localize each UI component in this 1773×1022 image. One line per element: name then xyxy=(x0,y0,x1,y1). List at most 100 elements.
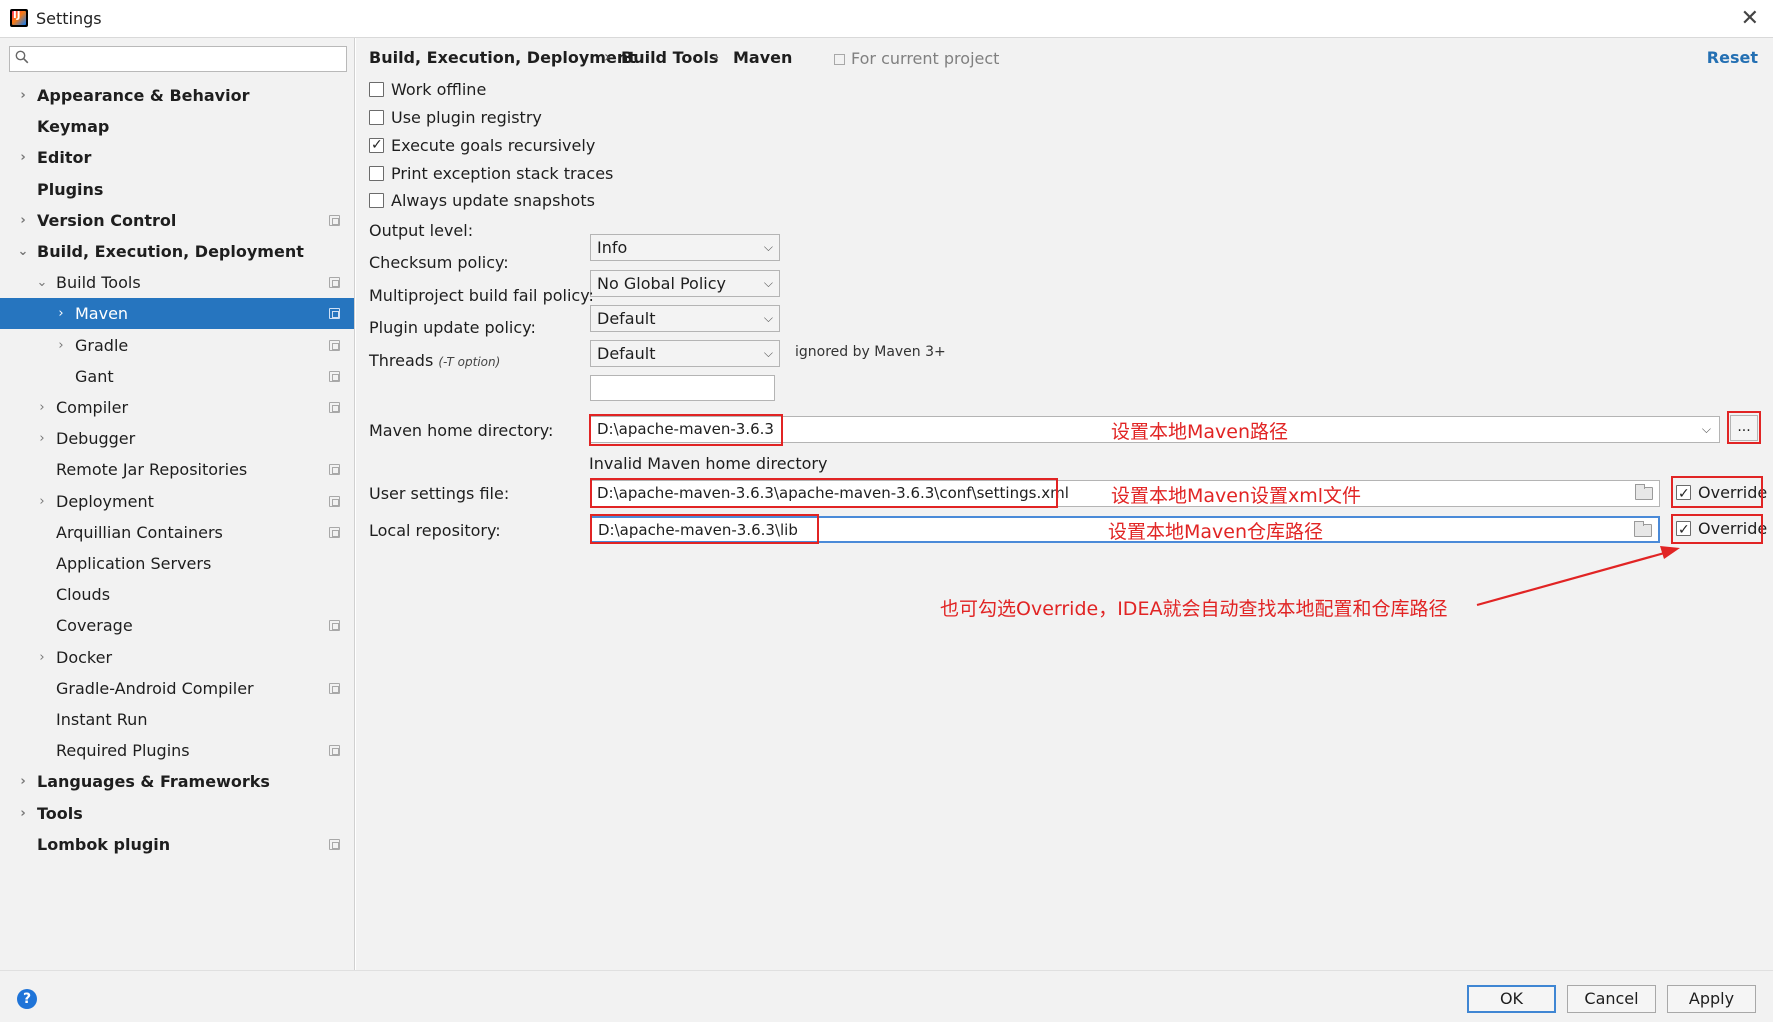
sidebar-item-label: Version Control xyxy=(37,211,177,230)
sidebar-item-remote-jar-repositories[interactable]: Remote Jar Repositories xyxy=(0,454,354,485)
threads-hint: (-T option) xyxy=(438,355,501,369)
sidebar-item-deployment[interactable]: › Deployment xyxy=(0,486,354,517)
checkbox-box-checked[interactable] xyxy=(1676,481,1691,507)
checkbox-box[interactable] xyxy=(369,166,384,181)
project-scope-icon xyxy=(329,839,340,850)
sidebar-item-arquillian-containers[interactable]: Arquillian Containers xyxy=(0,517,354,548)
folder-icon[interactable] xyxy=(1635,484,1653,500)
threads-label-text: Threads xyxy=(369,351,434,370)
project-scope-icon xyxy=(329,402,340,413)
sidebar-item-compiler[interactable]: › Compiler xyxy=(0,392,354,423)
chevron-right-icon[interactable]: › xyxy=(16,766,30,797)
sidebar-item-clouds[interactable]: Clouds xyxy=(0,579,354,610)
sidebar-item-debugger[interactable]: › Debugger xyxy=(0,423,354,454)
project-scope-icon xyxy=(329,371,340,382)
chevron-down-icon[interactable]: ⌄ xyxy=(35,267,49,298)
for-current-project-label: For current project xyxy=(851,49,1000,68)
threads-input[interactable] xyxy=(590,375,775,401)
close-icon[interactable]: ✕ xyxy=(1741,6,1759,31)
plugin-update-policy-select[interactable]: Default ⌵ xyxy=(590,340,780,367)
search-input[interactable] xyxy=(9,46,347,72)
chevron-right-icon[interactable]: › xyxy=(54,298,68,329)
chevron-right-icon[interactable]: › xyxy=(35,423,49,454)
use-plugin-registry-checkbox[interactable]: Use plugin registry xyxy=(369,107,542,129)
sidebar-item-appearance-behavior[interactable]: › Appearance & Behavior xyxy=(0,80,354,111)
chevron-right-icon[interactable]: › xyxy=(16,80,30,111)
sidebar-item-gradle[interactable]: › Gradle xyxy=(0,330,354,361)
sidebar-item-maven[interactable]: › Maven xyxy=(0,298,354,329)
sidebar-item-plugins[interactable]: Plugins xyxy=(0,174,354,205)
sidebar-item-tools[interactable]: › Tools xyxy=(0,798,354,829)
chevron-right-icon[interactable]: › xyxy=(35,642,49,673)
project-scope-icon xyxy=(329,527,340,538)
user-settings-override-checkbox[interactable]: Override xyxy=(1676,480,1767,507)
checkbox-box-checked[interactable] xyxy=(369,134,384,156)
project-scope-icon xyxy=(329,683,340,694)
apply-button[interactable]: Apply xyxy=(1667,985,1756,1013)
sidebar-item-application-servers[interactable]: Application Servers xyxy=(0,548,354,579)
output-level-select[interactable]: Info ⌵ xyxy=(590,234,780,261)
sidebar-item-gant[interactable]: Gant xyxy=(0,361,354,392)
sidebar-item-docker[interactable]: › Docker xyxy=(0,642,354,673)
title-bar: Settings ✕ xyxy=(0,0,1773,38)
search-icon xyxy=(15,50,29,64)
chevron-right-icon[interactable]: › xyxy=(16,142,30,173)
chevron-right-icon[interactable]: › xyxy=(35,392,49,423)
always-update-checkbox[interactable]: Always update snapshots xyxy=(369,190,595,212)
checkbox-box[interactable] xyxy=(369,82,384,97)
always-update-label: Always update snapshots xyxy=(391,191,595,210)
local-repository-override-checkbox[interactable]: Override xyxy=(1676,516,1767,543)
checkbox-box-checked[interactable] xyxy=(1676,517,1691,543)
project-scope-icon xyxy=(329,277,340,288)
breadcrumb-build-execution: Build, Execution, Deployment xyxy=(369,48,636,67)
checkbox-box[interactable] xyxy=(369,193,384,208)
user-settings-label: User settings file: xyxy=(369,484,510,503)
chevron-right-icon[interactable]: › xyxy=(16,205,30,236)
chevron-down-icon[interactable]: ⌄ xyxy=(16,236,30,267)
chevron-down-icon: ⌵ xyxy=(763,240,773,254)
output-level-label: Output level: xyxy=(369,221,474,240)
sidebar-item-label: Required Plugins xyxy=(56,741,190,760)
sidebar-item-build-execution-deployment[interactable]: ⌄ Build, Execution, Deployment xyxy=(0,236,354,267)
reset-link[interactable]: Reset xyxy=(1707,48,1758,67)
sidebar-item-lombok-plugin[interactable]: Lombok plugin xyxy=(0,829,354,860)
project-scope-icon xyxy=(329,496,340,507)
browse-maven-home-button[interactable]: ... xyxy=(1730,415,1758,441)
sidebar-item-build-tools[interactable]: ⌄ Build Tools xyxy=(0,267,354,298)
print-exception-checkbox[interactable]: Print exception stack traces xyxy=(369,163,613,185)
chevron-down-icon: ⌵ xyxy=(763,311,773,325)
annotation-user-settings: 设置本地Maven设置xml文件 xyxy=(1111,485,1362,507)
project-scope-icon xyxy=(329,308,340,319)
execute-goals-checkbox[interactable]: Execute goals recursively xyxy=(369,134,595,157)
sidebar-item-label: Build Tools xyxy=(56,273,141,292)
chevron-right-icon[interactable]: › xyxy=(54,330,68,361)
user-settings-value: D:\apache-maven-3.6.3\apache-maven-3.6.3… xyxy=(597,484,1069,502)
sidebar-item-editor[interactable]: › Editor xyxy=(0,142,354,173)
project-scope-icon xyxy=(329,620,340,631)
sidebar-item-languages-frameworks[interactable]: › Languages & Frameworks xyxy=(0,766,354,797)
multiproject-policy-value: Default xyxy=(597,309,656,328)
sidebar-item-label: Tools xyxy=(37,804,83,823)
help-icon[interactable]: ? xyxy=(17,989,37,1009)
sidebar-item-label: Instant Run xyxy=(56,710,148,729)
sidebar-item-version-control[interactable]: › Version Control xyxy=(0,205,354,236)
annotation-local-repo: 设置本地Maven仓库路径 xyxy=(1108,521,1324,543)
breadcrumb-maven: Maven xyxy=(733,48,793,67)
sidebar-item-label: Keymap xyxy=(37,117,110,136)
checkbox-box[interactable] xyxy=(369,110,384,125)
folder-icon[interactable] xyxy=(1634,521,1652,537)
work-offline-checkbox[interactable]: Work offline xyxy=(369,79,486,101)
sidebar-item-gradle-android-compiler[interactable]: Gradle-Android Compiler xyxy=(0,673,354,704)
sidebar-item-coverage[interactable]: Coverage xyxy=(0,610,354,641)
for-current-project: For current project xyxy=(834,49,999,68)
multiproject-policy-select[interactable]: Default ⌵ xyxy=(590,305,780,332)
chevron-right-icon[interactable]: › xyxy=(35,486,49,517)
sidebar-item-label: Gradle xyxy=(75,336,129,355)
checksum-policy-select[interactable]: No Global Policy ⌵ xyxy=(590,270,780,297)
sidebar-item-required-plugins[interactable]: Required Plugins xyxy=(0,735,354,766)
cancel-button[interactable]: Cancel xyxy=(1567,985,1656,1013)
sidebar-item-keymap[interactable]: Keymap xyxy=(0,111,354,142)
ok-button[interactable]: OK xyxy=(1467,985,1556,1013)
chevron-right-icon[interactable]: › xyxy=(16,798,30,829)
sidebar-item-instant-run[interactable]: Instant Run xyxy=(0,704,354,735)
